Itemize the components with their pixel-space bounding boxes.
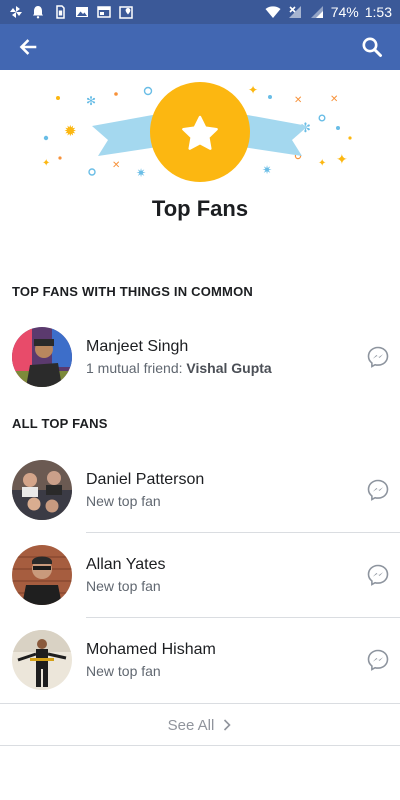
messenger-icon	[367, 649, 389, 671]
avatar[interactable]	[12, 327, 72, 387]
bell-icon	[30, 4, 46, 20]
svg-text:✦: ✦	[336, 152, 348, 168]
search-icon	[362, 37, 382, 57]
fan-row-allan-yates[interactable]: Allan Yates New top fan	[0, 533, 400, 617]
search-button[interactable]	[358, 33, 386, 61]
avatar[interactable]	[12, 630, 72, 690]
image-icon	[74, 4, 90, 20]
messenger-button[interactable]	[366, 563, 390, 587]
top-nav-bar	[0, 24, 400, 70]
fan-info: Mohamed Hisham New top fan	[86, 641, 216, 679]
wifi-icon	[265, 4, 281, 20]
svg-text:✕: ✕	[330, 94, 338, 105]
fan-status: New top fan	[86, 493, 161, 509]
section-heading-all: ALL TOP FANS	[12, 416, 108, 431]
svg-text:✦: ✦	[42, 158, 50, 169]
top-fan-badge-illustration: ✻ ✹ ✦ ✕ ✷ ✦ ✕ ✕ ✻ ✦ ✦ ✷	[42, 82, 352, 182]
mutual-friends-prefix: 1 mutual friend:	[86, 360, 187, 376]
fan-row-manjeet-singh[interactable]: Manjeet Singh 1 mutual friend: Vishal Gu…	[0, 315, 400, 399]
fan-row-daniel-patterson[interactable]: Daniel Patterson New top fan	[0, 448, 400, 532]
notification-icons	[8, 4, 134, 20]
svg-text:✷: ✷	[136, 166, 146, 180]
signal-icon	[309, 4, 325, 20]
back-button[interactable]	[14, 33, 42, 61]
section-heading-common: TOP FANS WITH THINGS IN COMMON	[12, 284, 253, 299]
messenger-icon	[367, 564, 389, 586]
messenger-button[interactable]	[366, 648, 390, 672]
pinwheel-icon	[8, 4, 24, 20]
status-bar: 74% 1:53	[0, 0, 400, 24]
profile-photo	[12, 460, 72, 520]
mutual-friend-name[interactable]: Vishal Gupta	[186, 360, 271, 376]
fan-row-mohamed-hisham[interactable]: Mohamed Hisham New top fan	[0, 618, 400, 702]
svg-text:✕: ✕	[294, 95, 302, 106]
fan-status: New top fan	[86, 578, 161, 594]
avatar[interactable]	[12, 460, 72, 520]
svg-text:✦: ✦	[318, 158, 326, 169]
page-title: Top Fans	[151, 196, 249, 221]
clock: 1:53	[364, 4, 392, 20]
chevron-right-icon	[224, 719, 231, 731]
divider	[0, 745, 400, 746]
messenger-button[interactable]	[366, 478, 390, 502]
svg-text:✹: ✹	[64, 122, 77, 140]
messenger-button[interactable]	[366, 345, 390, 369]
see-all-label: See All	[167, 716, 215, 734]
browser-icon	[96, 4, 112, 20]
fan-info: Daniel Patterson New top fan	[86, 471, 204, 509]
svg-text:✕: ✕	[112, 160, 120, 171]
fan-info: Allan Yates New top fan	[86, 556, 165, 594]
mutual-friends-text: 1 mutual friend: Vishal Gupta	[86, 360, 272, 376]
svg-text:✻: ✻	[86, 94, 96, 108]
fan-name[interactable]: Manjeet Singh	[86, 338, 272, 356]
profile-photo	[12, 545, 72, 605]
svg-text:✷: ✷	[262, 163, 272, 177]
fan-name[interactable]: Allan Yates	[86, 556, 165, 574]
messenger-icon	[367, 346, 389, 368]
sim-card-icon	[52, 4, 68, 20]
system-status: 74% 1:53	[265, 4, 392, 20]
top-fans-hero: ✻ ✹ ✦ ✕ ✷ ✦ ✕ ✕ ✻ ✦ ✦ ✷ Top Fans	[0, 70, 400, 250]
profile-photo	[12, 630, 72, 690]
back-arrow-icon	[19, 39, 37, 55]
see-all-button[interactable]: See All	[0, 704, 400, 746]
profile-photo	[12, 327, 72, 387]
avatar[interactable]	[12, 545, 72, 605]
fan-info: Manjeet Singh 1 mutual friend: Vishal Gu…	[86, 338, 272, 376]
map-pin-icon	[118, 4, 134, 20]
fan-name[interactable]: Mohamed Hisham	[86, 641, 216, 659]
no-signal-icon	[287, 4, 303, 20]
svg-text:✦: ✦	[248, 83, 258, 97]
messenger-icon	[367, 479, 389, 501]
fan-status: New top fan	[86, 663, 161, 679]
battery-percent: 74%	[330, 4, 359, 20]
fan-name[interactable]: Daniel Patterson	[86, 471, 204, 489]
